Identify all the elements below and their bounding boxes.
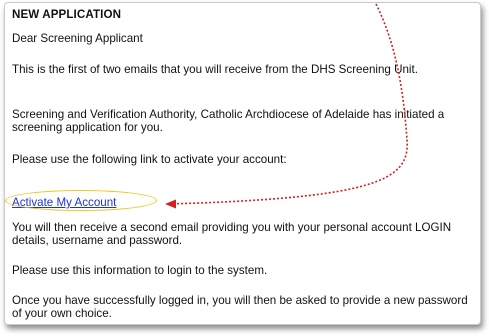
dotted-arrow-line bbox=[167, 3, 408, 205]
annotation-arrow bbox=[165, 3, 408, 209]
arrow-head-icon bbox=[165, 199, 176, 209]
